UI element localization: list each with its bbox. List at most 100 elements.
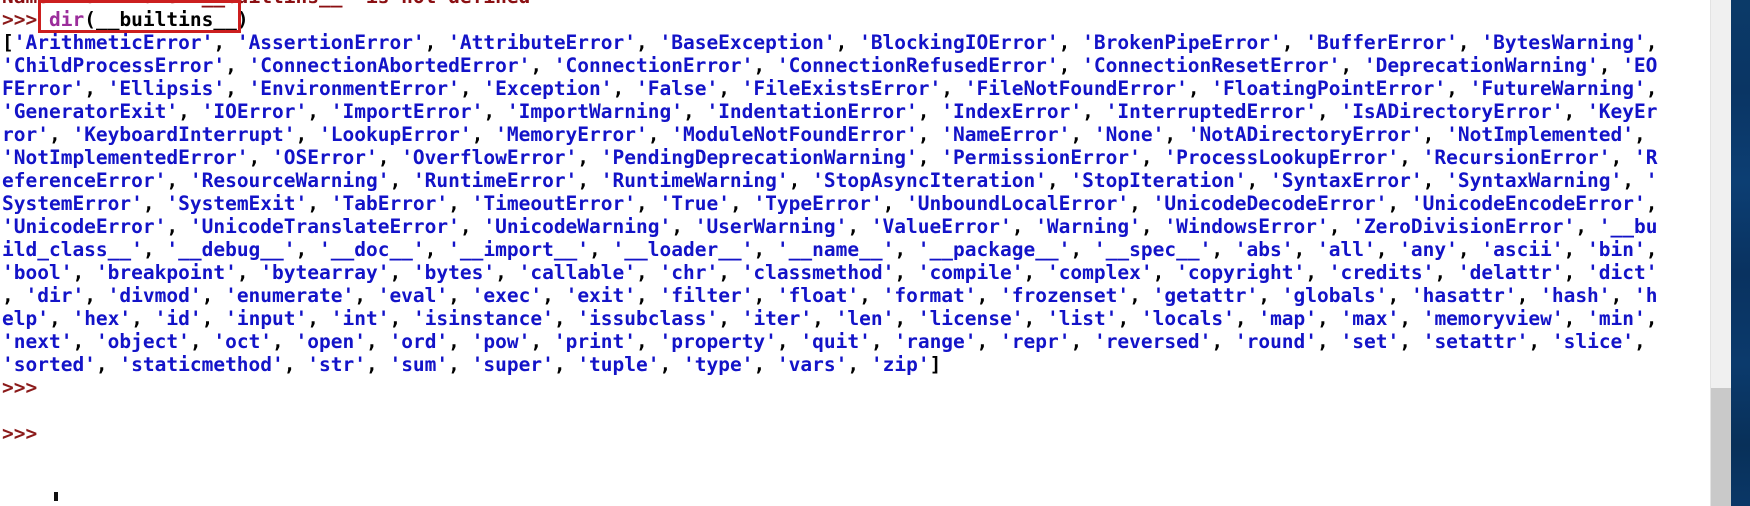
console-output-area[interactable]: NameError: name '__builtins__' is not de… [0, 0, 1710, 506]
string-literal-token: 'tuple' [577, 353, 660, 376]
punctuation-token: , [448, 330, 472, 353]
punctuation-token: , [1152, 261, 1177, 284]
string-literal-token: 'TabError' [330, 192, 449, 215]
punctuation-token: , [295, 123, 319, 146]
string-literal-token: 'BrokenPipeError' [1082, 31, 1282, 54]
string-literal-token: 'ImportWarning' [506, 100, 683, 123]
string-literal-token: 'oct' [213, 330, 273, 353]
punctuation-token: ] [929, 353, 942, 376]
string-literal-token: 'ConnectionRefusedError' [776, 54, 1059, 77]
scrollbar-thumb[interactable] [1711, 388, 1732, 506]
punctuation-token: , [1457, 238, 1482, 261]
punctuation-token: , [1281, 31, 1306, 54]
string-literal-token: 'SyntaxWarning' [1446, 169, 1623, 192]
string-literal-token: 'int' [330, 307, 390, 330]
string-literal-token: 'KeyboardInterrupt' [72, 123, 296, 146]
string-literal-token: 'RecursionError' [1422, 146, 1611, 169]
console-output-line: 'next', 'object', 'oct', 'open', 'ord', … [0, 330, 1710, 353]
string-literal-token: '__bu [1598, 215, 1658, 238]
string-literal-token: 'NotImplemented' [1446, 123, 1634, 146]
prompt-symbol: >>> [2, 376, 38, 399]
punctuation-token: , [718, 261, 742, 284]
punctuation-token: , [1645, 77, 1670, 100]
punctuation-token: , [917, 100, 942, 123]
string-literal-token: '__spec__' [1093, 238, 1212, 261]
string-literal-token: 'slice' [1551, 330, 1635, 353]
punctuation-token: , [612, 77, 636, 100]
string-literal-token: 'iter' [741, 307, 813, 330]
prompt-symbol: >>> [2, 8, 38, 31]
string-literal-token: 'delattr' [1457, 261, 1564, 284]
punctuation-token: , [718, 77, 742, 100]
punctuation-token: , [448, 353, 472, 376]
string-literal-token: 'FileNotFoundError' [964, 77, 1188, 100]
function-name-token: dir [48, 8, 85, 31]
punctuation-token: , [1399, 307, 1423, 330]
punctuation-token: , [225, 77, 249, 100]
punctuation-token: , [1023, 261, 1047, 284]
string-literal-token: 'ModuleNotFoundError' [671, 123, 918, 146]
string-literal-token: 'dict' [1587, 261, 1658, 284]
string-literal-token: 'list' [1046, 307, 1118, 330]
string-literal-token: 'property' [659, 330, 777, 353]
punctuation-token: , [776, 330, 801, 353]
punctuation-token: , [1446, 77, 1470, 100]
string-literal-token: 'IOError' [201, 100, 308, 123]
punctuation-token: , [835, 31, 860, 54]
string-literal-token: 'ConnectionResetError' [1082, 54, 1341, 77]
string-literal-token: 'vars' [776, 353, 848, 376]
punctuation-token: , [1622, 169, 1646, 192]
punctuation-token: , [636, 31, 660, 54]
punctuation-token: , [2, 284, 26, 307]
console-output-line: 'sorted', 'staticmethod', 'str', 'sum', … [0, 353, 1710, 376]
string-literal-token: 'WindowsError' [1164, 215, 1329, 238]
string-literal-token: '__doc__' [319, 238, 425, 261]
string-literal-token: 'copyright' [1176, 261, 1306, 284]
punctuation-token: , [236, 261, 261, 284]
string-literal-token: 'repr' [1000, 330, 1071, 353]
punctuation-token: , [1246, 169, 1271, 192]
punctuation-token: , [1516, 284, 1541, 307]
string-literal-token: 'TypeError' [753, 192, 883, 215]
console-output-line: ['ArithmeticError', 'AssertionError', 'A… [0, 31, 1710, 54]
punctuation-token: , [201, 284, 226, 307]
string-literal-token: '__debug__' [166, 238, 296, 261]
punctuation-token: , [1610, 146, 1634, 169]
console-output-line: 'bool', 'breakpoint', 'bytearray', 'byte… [0, 261, 1710, 284]
punctuation-token: , [84, 284, 108, 307]
punctuation-token: , [448, 192, 472, 215]
punctuation-token: , [729, 192, 754, 215]
punctuation-token: , [788, 169, 813, 192]
string-literal-token: 'LookupError' [319, 123, 472, 146]
string-literal-token: 'dir' [25, 284, 85, 307]
punctuation-token: , [48, 123, 73, 146]
punctuation-token: , [483, 100, 507, 123]
string-literal-token: 'min' [1587, 307, 1646, 330]
console-output-line: , 'dir', 'divmod', 'enumerate', 'eval', … [0, 284, 1710, 307]
punctuation-token: , [166, 169, 190, 192]
string-literal-token: 'bin' [1587, 238, 1646, 261]
string-literal-token: 'input' [225, 307, 308, 330]
punctuation-token: , [1164, 123, 1188, 146]
punctuation-token: , [553, 353, 578, 376]
string-literal-token: 'open' [295, 330, 366, 353]
string-literal-token: 'GeneratorExit' [2, 100, 179, 123]
string-literal-token: 'locals' [1140, 307, 1235, 330]
console-output-line: SystemError', 'SystemExit', 'TabError', … [0, 192, 1710, 215]
console-output-line: elp', 'hex', 'id', 'input', 'int', 'isin… [0, 307, 1710, 330]
vertical-scrollbar[interactable] [1710, 0, 1732, 506]
punctuation-token: , [917, 123, 942, 146]
string-literal-token: 'SyntaxError' [1270, 169, 1423, 192]
string-literal-token: 'R [1633, 146, 1658, 169]
string-literal-token: 'len' [835, 307, 895, 330]
string-literal-token: 'next' [2, 330, 73, 353]
string-literal-token: 'RuntimeWarning' [600, 169, 789, 192]
punctuation-token: , [1633, 123, 1658, 146]
punctuation-token: , [1645, 192, 1670, 215]
punctuation-token: , [1129, 192, 1153, 215]
string-literal-token: 'KeyEr [1587, 100, 1658, 123]
string-literal-token: 'ArithmeticError' [13, 31, 214, 54]
punctuation-token: , [976, 330, 1001, 353]
string-literal-token: 'filter' [659, 284, 754, 307]
string-literal-token: 'memoryview' [1422, 307, 1564, 330]
